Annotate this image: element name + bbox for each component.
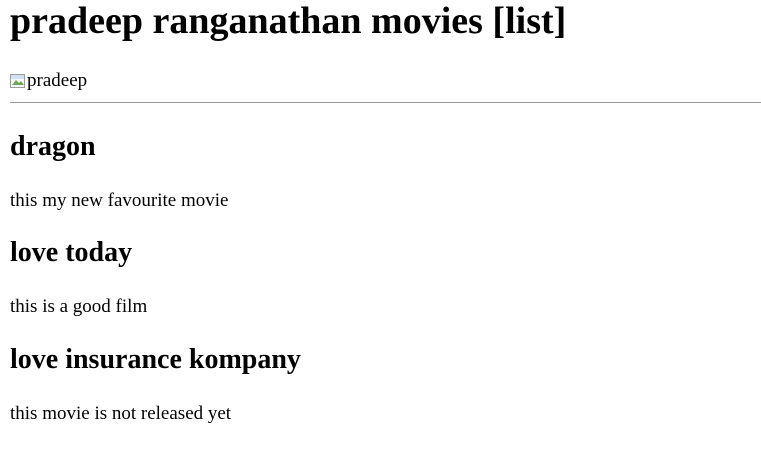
broken-image-icon bbox=[10, 73, 26, 89]
movie-title-love-today: love today bbox=[10, 237, 133, 268]
divider bbox=[10, 102, 761, 103]
movie-title-dragon: dragon bbox=[10, 131, 96, 162]
movie-title-love-insurance-kompany: love insurance kompany bbox=[10, 344, 301, 375]
image-alt-text: pradeep bbox=[27, 70, 88, 91]
movie-description-love-insurance-kompany: this movie is not released yet bbox=[10, 403, 232, 424]
page-title: pradeep ranganathan movies [list] bbox=[10, 0, 567, 42]
profile-image: pradeep bbox=[10, 71, 87, 91]
movie-description-love-today: this is a good film bbox=[10, 296, 148, 317]
movie-description-dragon: this my new favourite movie bbox=[10, 190, 229, 211]
